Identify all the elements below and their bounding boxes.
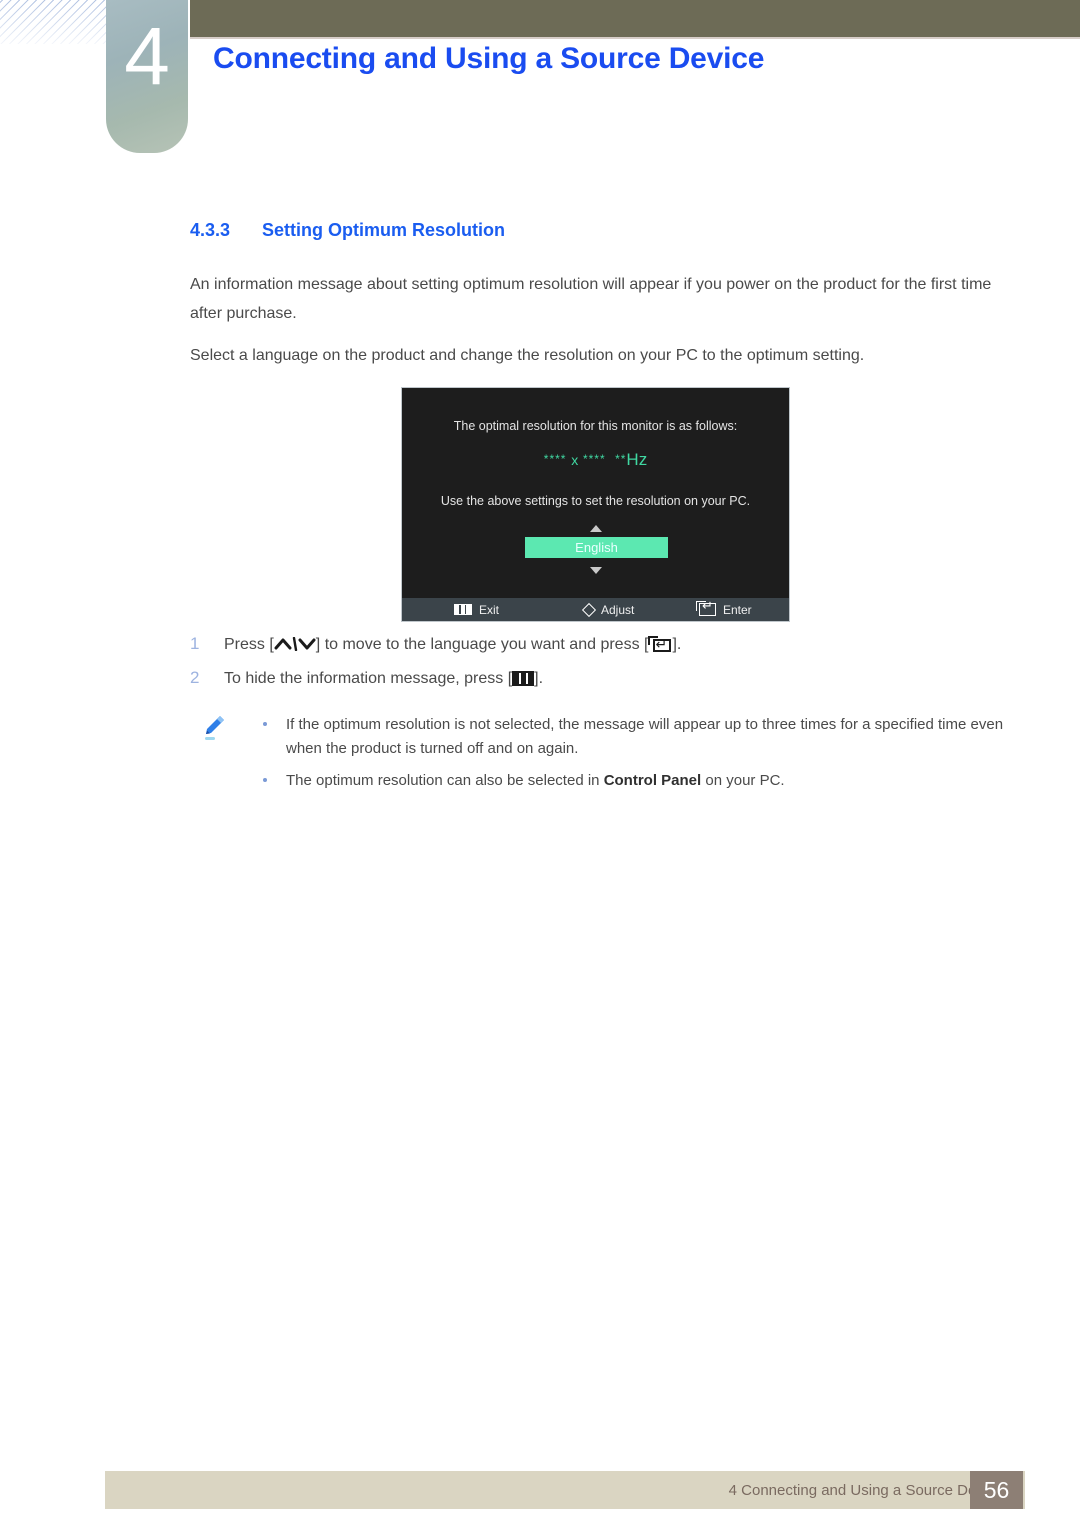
paragraph-instruction: Select a language on the product and cha… [190, 347, 865, 364]
chevron-up-icon[interactable] [589, 525, 602, 532]
step-text-before: Press [ [224, 636, 274, 653]
step-text-before: To hide the information message, press [ [224, 670, 513, 687]
osd-language-selection[interactable]: English [525, 537, 668, 558]
osd-resolution-value: **** x **** **Hz [402, 450, 789, 470]
header-olive-bar [190, 0, 1080, 37]
chapter-tab: 4 [106, 0, 188, 153]
osd-exit-action[interactable]: Exit [454, 598, 499, 621]
osd-bottom-bar: Exit Adjust Enter [402, 598, 789, 621]
footer-chapter-label: 4 Connecting and Using a Source Device [728, 1481, 1003, 1499]
osd-res-separator: x [571, 452, 579, 468]
note-item: The optimum resolution can also be selec… [263, 769, 1008, 793]
note-text: If the optimum resolution is not selecte… [286, 716, 1004, 757]
enter-key-icon: ↵ [648, 636, 672, 653]
enter-key-icon [695, 599, 716, 616]
bullet-icon [263, 778, 267, 782]
chapter-title: Connecting and Using a Source Device [213, 42, 765, 75]
step-text-after: ]. [534, 670, 544, 687]
section-heading: 4.3.3 Setting Optimum Resolution [190, 220, 505, 241]
osd-message-line-1: The optimal resolution for this monitor … [453, 419, 738, 433]
up-down-key-icon [274, 637, 316, 651]
note-text: The optimum resolution can also be selec… [263, 769, 1008, 793]
header-bar-underline [190, 37, 1080, 39]
step-number: 2 [190, 668, 200, 687]
osd-screenshot: The optimal resolution for this monitor … [402, 388, 789, 621]
section-number: 4.3.3 [190, 220, 231, 240]
osd-res-height: **** [582, 452, 606, 466]
menu-bars-icon [454, 604, 472, 615]
section-title: Setting Optimum Resolution [262, 220, 505, 240]
osd-res-rate: ** [615, 452, 627, 466]
note-pencil-icon [200, 712, 230, 742]
step-text-after: ]. [672, 636, 682, 653]
osd-message-line-2: Use the above settings to set the resolu… [440, 494, 751, 508]
chevron-down-icon[interactable] [589, 567, 602, 574]
note-text-before: The optimum resolution can also be selec… [286, 772, 604, 789]
osd-exit-label: Exit [479, 602, 500, 617]
step-item: 1 Press [ ] to move to the language you wa… [190, 632, 1008, 657]
osd-res-rate-unit: Hz [626, 450, 648, 469]
note-text-after: on your PC. [701, 772, 785, 789]
step-number: 1 [190, 634, 200, 653]
osd-res-width: **** [543, 452, 567, 466]
osd-enter-action[interactable]: Enter [695, 598, 752, 621]
diamond-icon [581, 602, 597, 617]
bullet-icon [263, 722, 267, 726]
note-item: If the optimum resolution is not selecte… [263, 713, 1008, 761]
menu-bars-key-icon [512, 671, 535, 686]
note-text-bold: Control Panel [603, 772, 702, 789]
paragraph-intro: An information message about setting opt… [190, 276, 992, 322]
osd-enter-label: Enter [723, 602, 752, 617]
osd-adjust-label: Adjust [601, 602, 635, 617]
step-item: 2 To hide the information message, press … [190, 666, 1008, 691]
footer-page-number: 56 [970, 1471, 1023, 1509]
osd-adjust-action[interactable]: Adjust [581, 598, 635, 621]
chapter-number: 4 [124, 11, 170, 102]
step-text-middle: ] to move to the language you want and p… [315, 636, 649, 653]
